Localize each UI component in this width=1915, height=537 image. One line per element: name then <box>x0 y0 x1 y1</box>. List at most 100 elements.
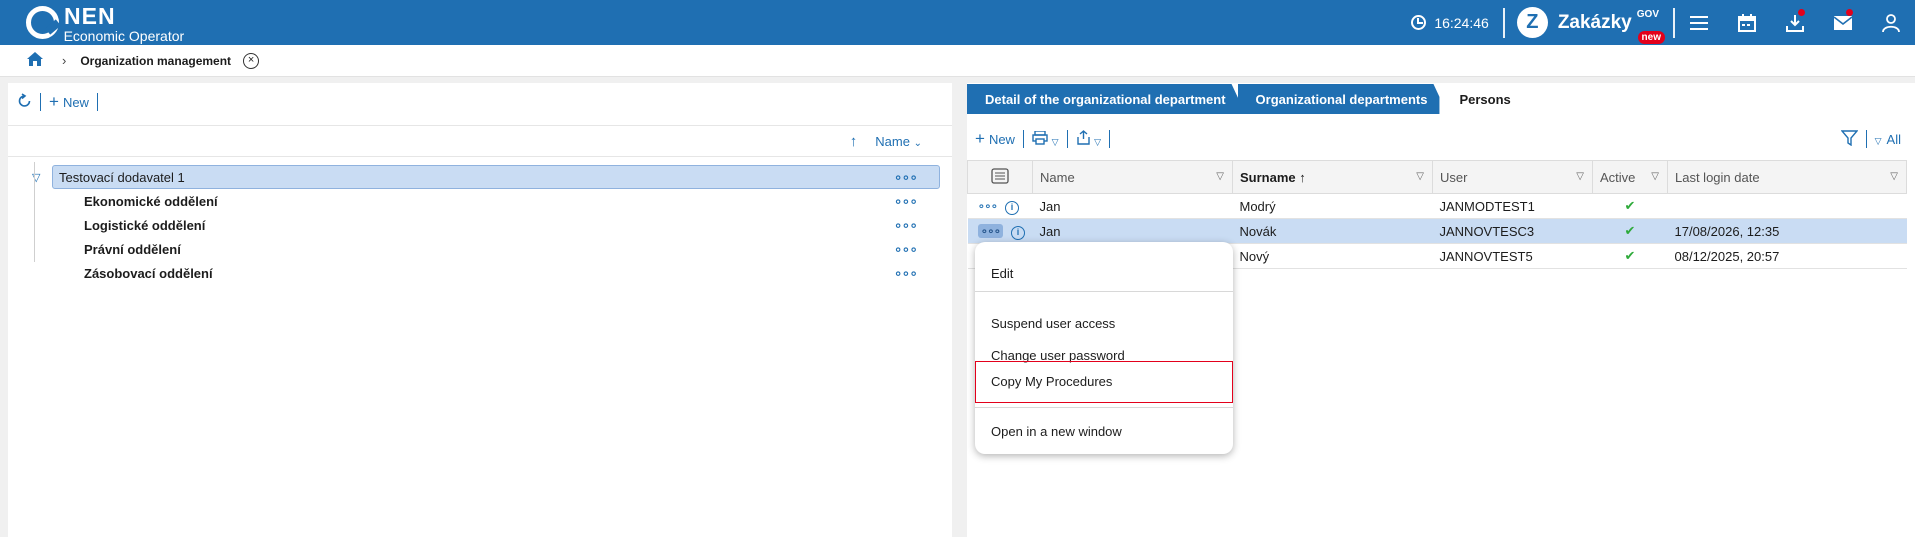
more-actions-icon[interactable]: ∘∘∘ <box>894 265 918 282</box>
new-label: New <box>62 95 89 110</box>
divider <box>96 93 98 111</box>
tab-department-detail[interactable]: Detail of the organizational department <box>967 84 1246 114</box>
tree-item-root-label-box[interactable]: Testovací dodavatel 1 <box>52 165 940 189</box>
check-icon: ✔ <box>1592 193 1668 219</box>
new-badge: new <box>1637 31 1665 44</box>
divider <box>1109 130 1111 148</box>
column-filter-icon[interactable]: ▽ <box>1651 171 1659 182</box>
sort-field-label: Name <box>875 133 910 149</box>
cell-surname: Nový <box>1232 243 1433 269</box>
column-header-name[interactable]: Name ▽ <box>1032 160 1233 194</box>
user-profile-button[interactable] <box>1867 0 1915 45</box>
messages-button[interactable] <box>1819 0 1867 45</box>
filter-button[interactable] <box>1840 129 1859 149</box>
cell-user: JANNOVTESC3 <box>1432 218 1593 244</box>
table-header-row: Name ▽ Surname ↑ ▽ User ▽ Active ▽ Last logi… <box>967 160 1907 194</box>
tree-sort-bar: ↑ Name ⌄ <box>8 125 952 157</box>
new-department-button[interactable]: + New <box>49 92 89 112</box>
tree-item-label: Logistické oddělení <box>84 217 206 233</box>
filter-all-select[interactable]: ▽ All <box>1875 132 1901 147</box>
column-filter-icon[interactable]: ▽ <box>1890 171 1898 182</box>
notification-dot <box>1846 9 1853 16</box>
new-label: New <box>988 132 1015 147</box>
chevron-down-icon: ⌄ <box>913 137 922 149</box>
tab-organizational-departments[interactable]: Organizational departments <box>1238 84 1448 114</box>
column-filter-icon[interactable]: ▽ <box>1216 171 1224 182</box>
close-tab-button[interactable]: × <box>243 52 260 69</box>
tree-item-root[interactable]: ▽ Testovací dodavatel 1 ∘∘∘ <box>8 165 952 189</box>
more-actions-icon[interactable]: ∘∘∘ <box>978 199 999 213</box>
tree-item[interactable]: Logistické oddělení ∘∘∘ <box>8 213 952 237</box>
cell-surname: Novák <box>1232 218 1433 244</box>
info-icon[interactable]: i <box>1011 225 1026 240</box>
export-icon <box>1076 130 1090 145</box>
divider <box>40 93 41 111</box>
column-header-user[interactable]: User ▽ <box>1432 160 1593 194</box>
more-actions-icon[interactable]: ∘∘∘ <box>894 193 918 210</box>
breadcrumb: › Organization management × <box>0 45 1915 77</box>
column-filter-icon[interactable]: ▽ <box>1416 171 1424 182</box>
logo-text: NEN <box>64 3 116 29</box>
calendar-button[interactable] <box>1723 0 1771 45</box>
tree-item-label: Testovací dodavatel 1 <box>59 169 185 185</box>
tree-item[interactable]: Zásobovací oddělení ∘∘∘ <box>8 261 952 285</box>
chevron-down-icon: ▽ <box>1094 137 1102 147</box>
column-header-last-login[interactable]: Last login date ▽ <box>1667 160 1907 194</box>
nen-logo-icon <box>26 6 59 39</box>
hamburger-icon <box>1690 15 1708 30</box>
check-icon: ✔ <box>1592 243 1668 269</box>
department-tree: ▽ Testovací dodavatel 1 ∘∘∘ Ekonomické o… <box>8 157 952 285</box>
sort-ascending-icon: ↑ <box>1299 169 1306 185</box>
menu-item-suspend-access[interactable]: Suspend user access <box>991 316 1115 331</box>
menu-item-edit[interactable]: Edit <box>991 266 1013 281</box>
zakazky-gov-link[interactable]: Z Zakázky GOV new <box>1516 7 1665 44</box>
divider <box>1502 7 1505 38</box>
table-row[interactable]: ∘∘∘ i Jan Modrý JANMODTEST1 ✔ <box>967 193 1907 219</box>
chevron-down-icon: ▽ <box>1051 136 1059 147</box>
notification-dot <box>1798 9 1805 16</box>
cell-name: Jan <box>1032 218 1233 244</box>
tree-item-label: Zásobovací oddělení <box>84 265 213 281</box>
print-button[interactable]: ▽ <box>1032 129 1059 148</box>
downloads-button[interactable] <box>1771 0 1819 45</box>
menu-item-open-new-window[interactable]: Open in a new window <box>991 424 1122 439</box>
table-row[interactable]: ∘∘∘ i Jan Novák JANNOVTESC3 ✔ 17/08/2026,… <box>967 218 1907 244</box>
cell-last-login <box>1667 193 1907 219</box>
row-actions: ∘∘∘ i <box>967 193 1033 219</box>
mail-icon <box>1834 15 1852 30</box>
more-actions-icon[interactable]: ∘∘∘ <box>894 217 918 234</box>
nen-logo[interactable]: NEN Economic Operator <box>26 0 184 45</box>
page-title: Organization management <box>80 53 232 68</box>
sort-ascending-button[interactable]: ↑ <box>850 133 858 150</box>
zakazky-gov: GOV <box>1636 9 1659 20</box>
refresh-button[interactable] <box>17 93 32 111</box>
home-button[interactable] <box>26 51 44 70</box>
tree-item[interactable]: Právní oddělení ∘∘∘ <box>8 237 952 261</box>
refresh-icon <box>18 93 31 107</box>
calendar-icon <box>1738 13 1756 32</box>
export-button[interactable]: ▽ <box>1076 130 1102 148</box>
print-icon <box>1032 129 1048 145</box>
more-actions-icon[interactable]: ∘∘∘ <box>894 169 918 186</box>
new-person-button[interactable]: + New <box>975 129 1015 149</box>
zakazky-label: Zakázky <box>1557 11 1632 33</box>
tree-item[interactable]: Ekonomické oddělení ∘∘∘ <box>8 189 952 213</box>
menu-button[interactable] <box>1675 0 1723 45</box>
cell-last-login: 17/08/2026, 12:35 <box>1667 218 1907 244</box>
column-filter-icon[interactable]: ▽ <box>1576 171 1584 182</box>
filter-all-label: All <box>1886 131 1901 147</box>
menu-item-copy-my-procedures[interactable]: Copy My Procedures <box>991 374 1112 389</box>
info-icon[interactable]: i <box>1005 200 1020 215</box>
column-header-active[interactable]: Active ▽ <box>1592 160 1668 194</box>
session-clock: 16:24:46 <box>1411 15 1489 31</box>
sort-field-select[interactable]: Name ⌄ <box>875 134 922 149</box>
column-header-surname[interactable]: Surname ↑ ▽ <box>1232 160 1433 194</box>
column-settings-button[interactable] <box>967 160 1033 194</box>
tree-item-label: Ekonomické oddělení <box>84 193 218 209</box>
more-actions-icon[interactable]: ∘∘∘ <box>977 223 1004 238</box>
tab-persons[interactable]: Persons <box>1439 84 1540 114</box>
more-actions-icon[interactable]: ∘∘∘ <box>894 241 918 258</box>
persons-toolbar: + New ▽ ▽ ▽ All <box>967 124 1915 154</box>
row-context-menu: Edit Suspend user access Change user pas… <box>975 242 1233 454</box>
check-icon: ✔ <box>1592 218 1668 244</box>
